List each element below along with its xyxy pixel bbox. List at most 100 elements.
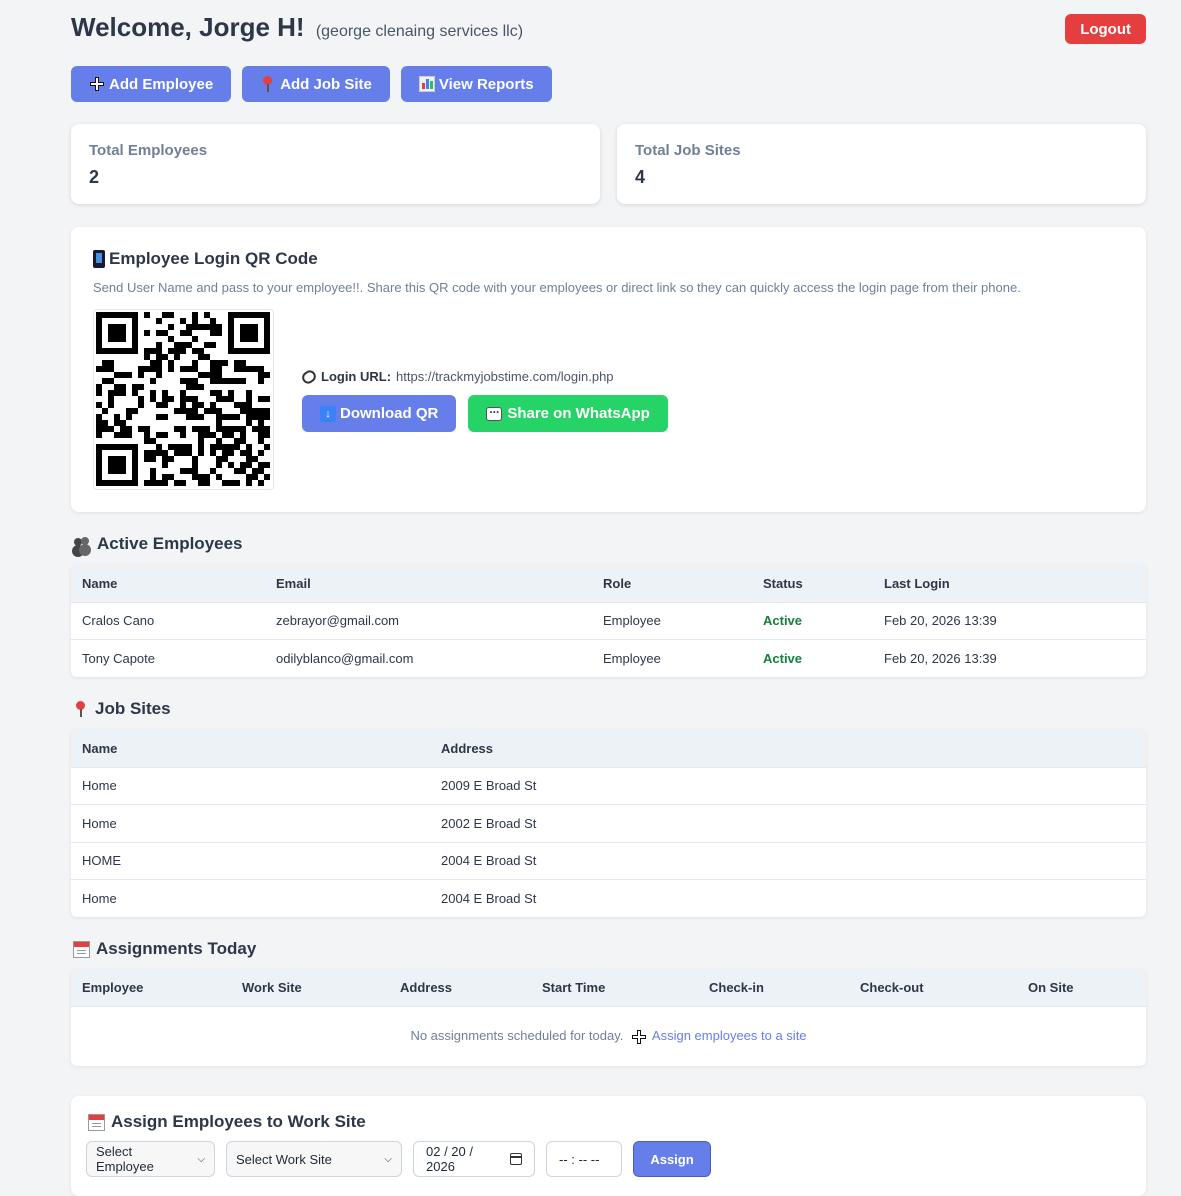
assign-employees-link[interactable]: Assign employees to a site [652,1028,807,1043]
qr-module [108,378,114,384]
download-qr-button[interactable]: ↓ Download QR [302,395,457,432]
qr-module [252,348,258,354]
time-input-value: -- : -- -- [559,1151,600,1167]
qr-module [240,462,246,468]
qr-module [180,480,186,486]
qr-module [240,432,246,438]
qr-module [210,324,216,330]
qr-module [132,456,138,462]
qr-module [198,480,204,486]
qr-module [120,462,126,468]
qr-module [222,414,228,420]
qr-module [180,348,186,354]
qr-module [210,468,216,474]
qr-module [138,366,144,372]
status-badge: Active [752,601,873,640]
qr-module [216,420,222,426]
qr-module [102,360,108,366]
calendar-picker-icon[interactable] [510,1153,522,1165]
assign-form-card: Assign Employees to Work Site Select Emp… [71,1096,1146,1196]
site-address: 2004 E Broad St [430,841,1146,880]
qr-module [216,366,222,372]
qr-module [132,390,138,396]
login-url-value[interactable]: https://trackmyjobstime.com/login.php [396,369,613,384]
add-employee-button[interactable]: Add Employee [71,66,232,102]
qr-module [102,420,108,426]
qr-code-image [93,309,274,490]
view-reports-label: View Reports [438,75,534,93]
qr-module [114,348,120,354]
qr-module [150,480,156,486]
qr-module [186,342,192,348]
qr-module [174,450,180,456]
qr-module [126,414,132,420]
qr-module [168,348,174,354]
qr-module [192,384,198,390]
qr-title-text: Employee Login QR Code [109,249,318,268]
qr-module [180,330,186,336]
qr-module [156,330,162,336]
qr-module [114,324,120,330]
qr-module [216,456,222,462]
qr-module [240,438,246,444]
share-whatsapp-button[interactable]: Share on WhatsApp [468,395,668,432]
qr-module [246,408,252,414]
qr-module [126,408,132,414]
qr-module [162,396,168,402]
qr-module [132,474,138,480]
qr-module [204,312,210,318]
work-site-select[interactable]: Select Work Site ⌵ [226,1141,402,1177]
qr-module [246,450,252,456]
site-address: 2004 E Broad St [430,879,1146,917]
qr-module [144,330,150,336]
time-input[interactable]: -- : -- -- [546,1141,622,1177]
qr-module [234,426,240,432]
qr-module [108,366,114,372]
qr-module [234,366,240,372]
assign-button[interactable]: Assign [633,1141,711,1177]
qr-module [138,426,144,432]
date-input[interactable]: 02 / 20 / 2026 [413,1141,535,1177]
qr-module [252,468,258,474]
qr-module [180,426,186,432]
qr-module [228,336,234,342]
qr-module [258,420,264,426]
qr-module [192,402,198,408]
qr-module [264,336,270,342]
qr-module [132,348,138,354]
chevron-down-icon: ⌵ [384,1153,392,1165]
qr-module [258,372,264,378]
people-icon [73,536,91,552]
qr-module [240,450,246,456]
qr-module [114,456,120,462]
qr-module [258,462,264,468]
qr-module [180,450,186,456]
add-employee-label: Add Employee [109,75,214,93]
qr-module [192,378,198,384]
qr-module [168,366,174,372]
qr-module [264,396,270,402]
column-header: Start Time [531,969,698,1006]
qr-module [216,330,222,336]
view-reports-button[interactable]: View Reports [400,66,552,102]
qr-module [132,312,138,318]
qr-module [192,426,198,432]
column-header: Address [389,969,531,1006]
qr-module [108,324,114,330]
table-row: Home 2004 E Broad St [71,879,1146,917]
qr-module [108,330,114,336]
qr-module [156,360,162,366]
table-row: HOME 2004 E Broad St [71,841,1146,880]
qr-module [114,330,120,336]
qr-module [174,348,180,354]
add-job-site-button[interactable]: Add Job Site [242,66,390,102]
employee-select[interactable]: Select Employee ⌵ [86,1141,215,1177]
qr-module [120,372,126,378]
qr-module [252,408,258,414]
qr-module [186,468,192,474]
qr-module [222,450,228,456]
qr-module [150,456,156,462]
qr-module [120,384,126,390]
qr-module [204,372,210,378]
logout-button[interactable]: Logout [1065,14,1146,44]
